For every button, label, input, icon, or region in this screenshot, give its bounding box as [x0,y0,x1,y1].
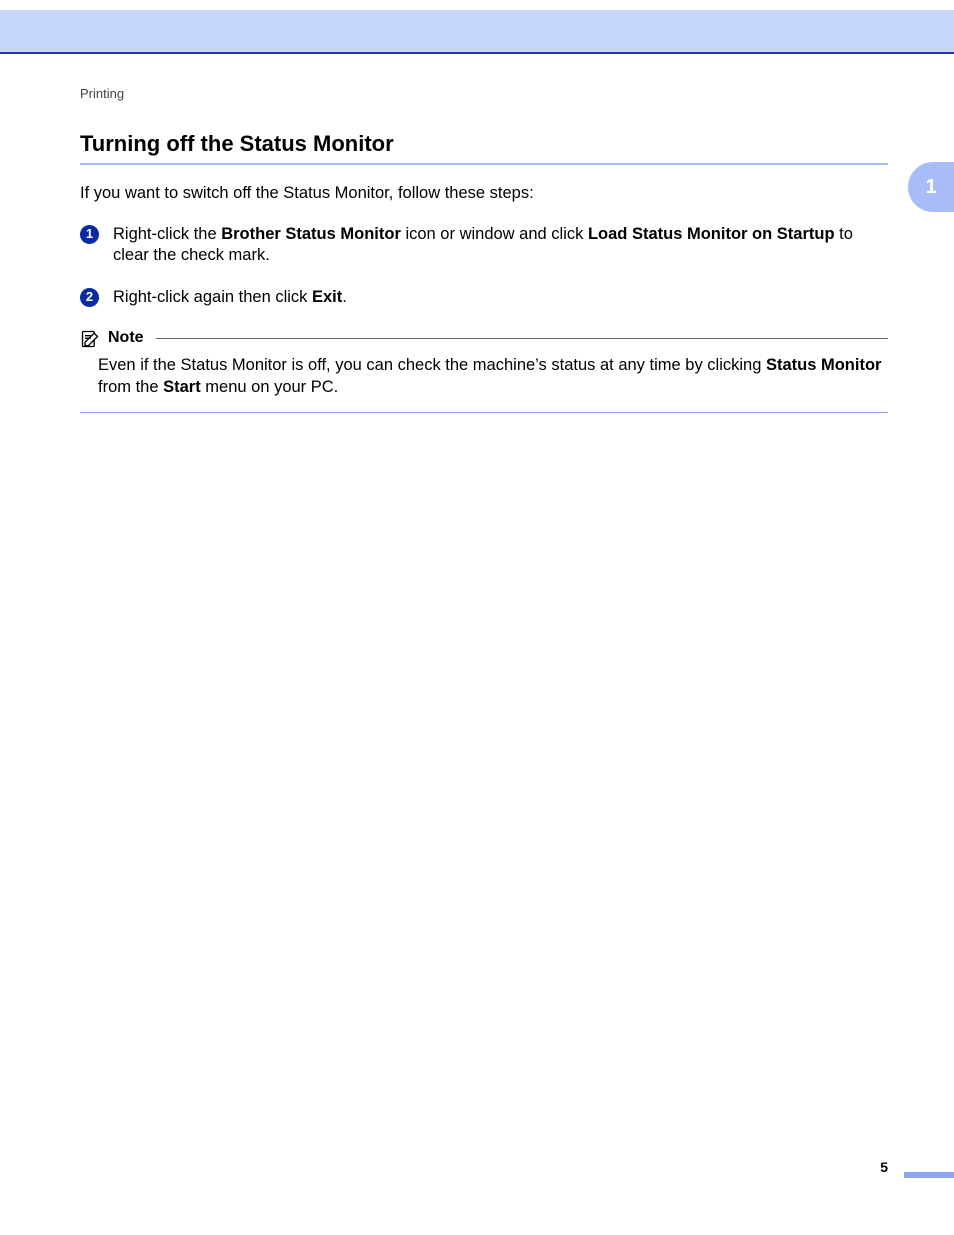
page-content: Turning off the Status Monitor If you wa… [80,130,888,413]
note-header: Note [80,328,888,349]
text: Even if the Status Monitor is off, you c… [98,356,766,374]
page-title: Turning off the Status Monitor [80,130,888,159]
note-top-rule [156,338,888,339]
header-band [0,10,954,52]
chapter-number: 1 [925,174,936,200]
bold-text: Status Monitor [766,356,882,374]
note-icon [80,329,100,349]
text: Right-click the [113,225,221,243]
heading-rule [80,163,888,165]
step-badge-1: 1 [80,225,99,244]
note-body: Even if the Status Monitor is off, you c… [80,349,888,402]
text: menu on your PC. [201,378,339,396]
note-bottom-rule [80,412,888,413]
breadcrumb: Printing [80,86,124,103]
text: . [342,288,347,306]
text: icon or window and click [401,225,588,243]
text: Right-click again then click [113,288,312,306]
header-rule [0,52,954,54]
step-1-text: Right-click the Brother Status Monitor i… [113,224,888,267]
step-2: 2 Right-click again then click Exit. [80,287,888,308]
page-number: 5 [880,1158,888,1176]
step-1: 1 Right-click the Brother Status Monitor… [80,224,888,267]
bold-text: Exit [312,288,342,306]
bold-text: Brother Status Monitor [221,225,401,243]
step-2-text: Right-click again then click Exit. [113,287,888,308]
note-label: Note [108,328,144,349]
intro-text: If you want to switch off the Status Mon… [80,183,888,204]
chapter-tab: 1 [908,162,954,212]
step-badge-2: 2 [80,288,99,307]
bold-text: Load Status Monitor on Startup [588,225,835,243]
footer-accent [904,1172,954,1178]
bold-text: Start [163,378,201,396]
text: from the [98,378,163,396]
